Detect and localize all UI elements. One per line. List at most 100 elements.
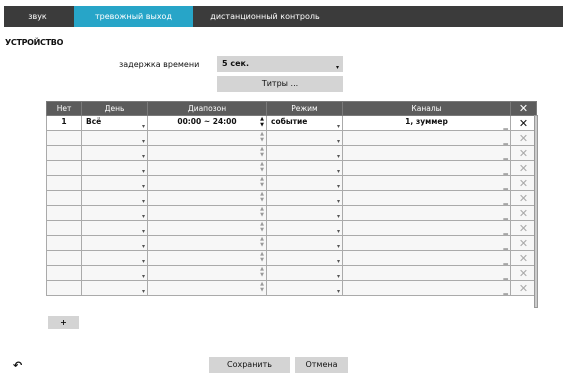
day-select[interactable]: ▾	[81, 250, 148, 266]
delete-row-button[interactable]: ✕	[510, 220, 537, 236]
delete-row-button[interactable]: ✕	[510, 175, 537, 191]
delete-row-button[interactable]: ✕	[510, 115, 537, 131]
day-select[interactable]: ▾	[81, 160, 148, 176]
tab-alarm-out[interactable]: тревожный выход	[74, 6, 193, 27]
delete-row-button[interactable]: ✕	[510, 205, 537, 221]
channels-select[interactable]: ▁	[342, 250, 511, 266]
delete-row-button[interactable]: ✕	[510, 160, 537, 176]
chevron-down-icon: ▾	[141, 138, 145, 145]
mode-select[interactable]: ▾	[266, 190, 343, 206]
delete-row-button[interactable]: ✕	[510, 265, 537, 281]
col-header-day: День	[81, 101, 148, 116]
mode-select[interactable]: событие ▾	[266, 115, 343, 131]
mode-select[interactable]: ▾	[266, 175, 343, 191]
range-spinner[interactable]: 00:00 ~ 24:00 ▲ ▼	[147, 115, 267, 131]
spinner-arrows-icon: ▲ ▼	[260, 206, 264, 218]
chevron-down-icon: ▾	[141, 288, 145, 295]
delay-select[interactable]: 5 сек. ▾	[217, 56, 343, 72]
channels-select[interactable]: ▁	[342, 265, 511, 281]
mode-select[interactable]: ▾	[266, 250, 343, 266]
range-spinner[interactable]: ▲ ▼	[147, 235, 267, 251]
range-spinner[interactable]: ▲ ▼	[147, 205, 267, 221]
day-select[interactable]: ▾	[81, 190, 148, 206]
settings-window: звук тревожный выход дистанционный контр…	[0, 0, 577, 377]
cell-no	[46, 145, 82, 161]
channels-select[interactable]: ▁	[342, 235, 511, 251]
range-value: 00:00 ~ 24:00	[177, 117, 237, 126]
spinner-arrows-icon: ▲ ▼	[260, 266, 264, 278]
channels-select[interactable]: ▁	[342, 175, 511, 191]
mode-select[interactable]: ▾	[266, 265, 343, 281]
channels-select[interactable]: ▁	[342, 205, 511, 221]
range-spinner[interactable]: ▲ ▼	[147, 220, 267, 236]
close-icon: ✕	[518, 131, 529, 145]
channels-select[interactable]: ▁	[342, 220, 511, 236]
day-select[interactable]: ▾	[81, 145, 148, 161]
day-select[interactable]: ▾	[81, 235, 148, 251]
close-icon: ✕	[518, 191, 529, 205]
table-header-row: Нет День Диапозон Режим Каналы ✕	[46, 101, 537, 116]
cell-no	[46, 250, 82, 266]
range-spinner[interactable]: ▲ ▼	[147, 160, 267, 176]
chevron-down-icon: ▾	[336, 273, 340, 280]
close-icon: ✕	[518, 176, 529, 190]
range-spinner[interactable]: ▲ ▼	[147, 130, 267, 146]
cell-no	[46, 265, 82, 281]
chevron-down-icon: ▾	[336, 168, 340, 175]
cell-no	[46, 190, 82, 206]
delete-row-button[interactable]: ✕	[510, 250, 537, 266]
chevron-down-icon: ▁	[503, 273, 508, 280]
mode-select[interactable]: ▾	[266, 280, 343, 296]
cell-no: 1	[46, 115, 82, 131]
channels-value: 1, зуммер	[405, 117, 448, 126]
delete-row-button[interactable]: ✕	[510, 235, 537, 251]
table-scrollbar[interactable]	[534, 115, 538, 308]
mode-select[interactable]: ▾	[266, 130, 343, 146]
mode-select[interactable]: ▾	[266, 205, 343, 221]
range-spinner[interactable]: ▲ ▼	[147, 145, 267, 161]
delete-all-button[interactable]: ✕	[510, 101, 537, 116]
day-select[interactable]: ▾	[81, 130, 148, 146]
channels-select[interactable]: ▁	[342, 160, 511, 176]
delete-row-button[interactable]: ✕	[510, 130, 537, 146]
day-select[interactable]: ▾	[81, 205, 148, 221]
save-button[interactable]: Сохранить	[209, 357, 290, 373]
tab-sound[interactable]: звук	[4, 6, 71, 27]
day-select[interactable]: ▾	[81, 265, 148, 281]
range-spinner[interactable]: ▲ ▼	[147, 280, 267, 296]
channels-select[interactable]: ▁	[342, 130, 511, 146]
chevron-down-icon: ▾	[336, 198, 340, 205]
delete-row-button[interactable]: ✕	[510, 145, 537, 161]
range-spinner[interactable]: ▲ ▼	[147, 265, 267, 281]
mode-select[interactable]: ▾	[266, 235, 343, 251]
range-spinner[interactable]: ▲ ▼	[147, 190, 267, 206]
range-spinner[interactable]: ▲ ▼	[147, 175, 267, 191]
tab-remote-control[interactable]: дистанционный контроль	[204, 6, 326, 27]
delete-row-button[interactable]: ✕	[510, 280, 537, 296]
day-select[interactable]: Всё ▾	[81, 115, 148, 131]
chevron-down-icon: ▾	[336, 228, 340, 235]
titles-button[interactable]: Титры ...	[217, 76, 343, 92]
cancel-button[interactable]: Отмена	[295, 357, 348, 373]
table-row: ▾ ▲ ▼ ▾ ▁ ✕	[46, 190, 537, 206]
mode-select[interactable]: ▾	[266, 220, 343, 236]
chevron-down-icon: ▁	[503, 168, 508, 175]
back-icon[interactable]: ↶	[13, 359, 22, 372]
channels-select[interactable]: ▁	[342, 190, 511, 206]
day-select[interactable]: ▾	[81, 175, 148, 191]
spinner-arrows-icon: ▲ ▼	[260, 191, 264, 203]
day-select[interactable]: ▾	[81, 220, 148, 236]
chevron-down-icon: ▾	[336, 258, 340, 265]
channels-select[interactable]: ▁	[342, 280, 511, 296]
range-spinner[interactable]: ▲ ▼	[147, 250, 267, 266]
add-row-button[interactable]: +	[48, 316, 79, 329]
chevron-down-icon: ▾	[336, 123, 340, 130]
mode-select[interactable]: ▾	[266, 145, 343, 161]
delete-row-button[interactable]: ✕	[510, 190, 537, 206]
channels-select[interactable]: ▁	[342, 145, 511, 161]
table-row: 1 Всё ▾ 00:00 ~ 24:00 ▲ ▼ событие ▾ 1, зуммер ▁ ✕	[46, 115, 537, 131]
channels-select[interactable]: 1, зуммер ▁	[342, 115, 511, 131]
day-select[interactable]: ▾	[81, 280, 148, 296]
day-value: Всё	[86, 117, 102, 126]
mode-select[interactable]: ▾	[266, 160, 343, 176]
